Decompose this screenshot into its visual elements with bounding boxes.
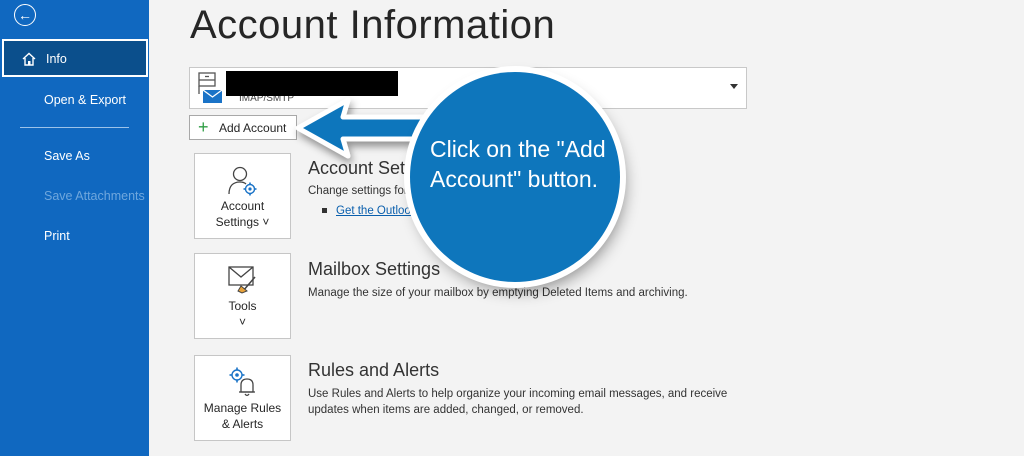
callout-line-1: Click on the "Add — [430, 136, 606, 162]
callout-text: Click on the "Add Account" button. — [430, 134, 620, 194]
callout-line-2: Account" button. — [430, 166, 598, 192]
